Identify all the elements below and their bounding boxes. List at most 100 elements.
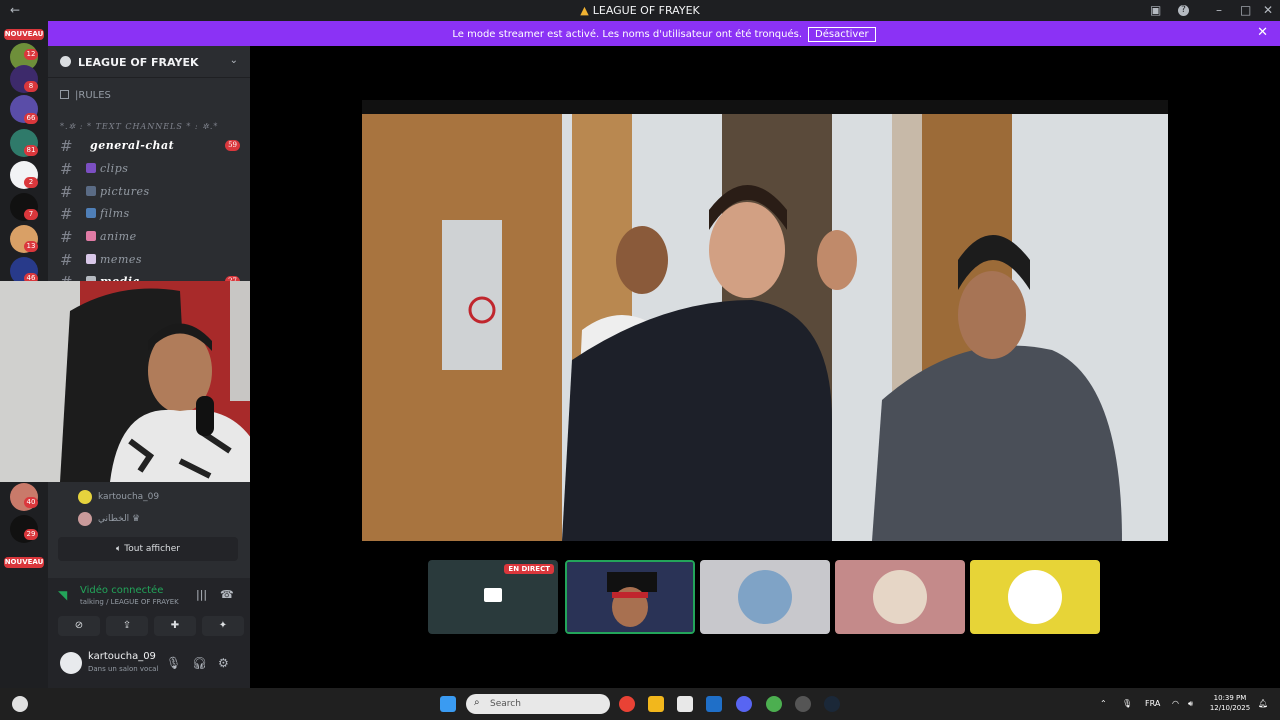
participant-tile[interactable] [835, 560, 965, 634]
hash-icon: # [60, 205, 73, 223]
soundboard-button[interactable]: ✦ [202, 616, 244, 636]
disable-streamer-mode-button[interactable]: Désactiver [808, 27, 876, 42]
meme-icon [86, 254, 96, 264]
taskbar-search[interactable]: ⌕ Search [466, 694, 610, 714]
clapper-icon [86, 163, 96, 173]
checkbox-icon [60, 90, 69, 99]
participant-tile[interactable] [970, 560, 1100, 634]
stage-area: EN DIRECT [250, 46, 1280, 688]
new-badge: NOUVEAU [4, 29, 44, 40]
steam-icon[interactable] [824, 696, 840, 712]
hash-icon: # [60, 251, 73, 269]
server-badge: 29 [24, 529, 38, 540]
title-bar: ← ▲ LEAGUE OF FRAYEK ▣ ? – □ ✕ [0, 0, 1280, 21]
avatar [78, 512, 92, 526]
file-explorer-icon[interactable] [648, 696, 664, 712]
guild-name: LEAGUE OF FRAYEK [78, 56, 199, 69]
guild-icon [60, 56, 71, 67]
microphone-icon[interactable]: 🎙︎ [166, 656, 181, 670]
voice-channel-path[interactable]: talking / LEAGUE OF FRAYEK [80, 598, 179, 606]
settings-gear-icon[interactable]: ⚙ [218, 656, 229, 670]
live-badge: EN DIRECT [504, 564, 554, 574]
avatar [78, 490, 92, 504]
category-text-channels[interactable]: *.✲ : * TEXT CHANNELS * : ✲.* [60, 122, 218, 131]
channel-item-memes[interactable]: # memes [56, 250, 242, 270]
windows-taskbar: ⌕ Search ⌃ 🎙︎ FRA ◠ 🔊︎ 10:39 PM 12/10/20… [0, 688, 1280, 720]
rules-channel[interactable]: |RULES [60, 90, 111, 101]
minimize-button[interactable]: – [1216, 3, 1222, 17]
hash-icon: # [60, 228, 73, 246]
channel-item-pictures[interactable]: # pictures [56, 182, 242, 202]
noise-suppression-icon[interactable]: ||| [196, 588, 207, 601]
store-icon[interactable] [677, 696, 693, 712]
server-badge: 8 [24, 81, 38, 92]
hash-icon: # [60, 137, 73, 155]
voice-connected-label: Vidéo connectée [80, 585, 164, 596]
wifi-icon[interactable]: ◠ [1172, 699, 1179, 708]
help-icon[interactable]: ? [1178, 5, 1189, 16]
streamer-mode-banner: Le mode streamer est activé. Les noms d'… [48, 21, 1280, 46]
picture-icon [86, 186, 96, 196]
avatar [1008, 570, 1062, 624]
new-badge: NOUVEAU [4, 557, 44, 568]
channel-item-anime[interactable]: # anime [56, 227, 242, 247]
unread-badge: 59 [225, 140, 240, 151]
notification-bell-icon[interactable]: 🔔︎ [1258, 699, 1268, 708]
channel-item-films[interactable]: # films [56, 204, 242, 224]
system-clock[interactable]: 10:39 PM 12/10/2025 [1206, 693, 1254, 713]
camera-off-button[interactable]: ⊘ [58, 616, 100, 636]
inbox-icon[interactable]: ▣ [1150, 3, 1161, 17]
chevron-up-icon[interactable]: ⌃ [1100, 699, 1107, 708]
chrome-icon[interactable] [619, 696, 635, 712]
microphone-icon[interactable]: 🎙︎ [1122, 699, 1132, 708]
stream-tile-live[interactable]: EN DIRECT [428, 560, 558, 634]
hash-icon: # [60, 160, 73, 178]
hash-icon: # [60, 183, 73, 201]
stream-picture [362, 100, 1168, 541]
volume-icon[interactable]: 🔊︎ [1188, 699, 1193, 709]
server-badge: 7 [24, 209, 38, 220]
channel-item-clips[interactable]: # clips [56, 159, 242, 179]
server-badge: 12 [24, 49, 38, 60]
headphones-icon[interactable]: 🎧︎ [192, 656, 207, 670]
anime-icon [86, 231, 96, 241]
server-badge: 40 [24, 497, 38, 508]
window-title: ▲ LEAGUE OF FRAYEK [580, 4, 700, 17]
activity-button[interactable]: ✚ [154, 616, 196, 636]
server-badge: 81 [24, 145, 38, 156]
outlook-icon[interactable] [706, 696, 722, 712]
widgets-icon[interactable] [12, 696, 28, 712]
close-icon[interactable]: ✕ [1257, 25, 1268, 40]
main-stream-video[interactable] [362, 100, 1168, 541]
search-icon: ⌕ [474, 697, 480, 708]
start-windows-icon[interactable] [440, 696, 456, 712]
show-all-button[interactable]: 🔈︎ Tout afficher [58, 537, 238, 561]
camera-thumbnail [567, 562, 693, 632]
screen-share-icon [484, 588, 502, 602]
avatar [738, 570, 792, 624]
server-badge: 66 [24, 113, 38, 124]
user-status: Dans un salon vocal [88, 665, 159, 673]
tv-icon [86, 208, 96, 218]
server-badge: 13 [24, 241, 38, 252]
close-window-button[interactable]: ✕ [1263, 3, 1273, 17]
voice-panel: ◥ Vidéo connectée talking / LEAGUE OF FR… [48, 578, 250, 688]
stream-tile-camera[interactable] [565, 560, 695, 634]
chrome-icon[interactable] [766, 696, 782, 712]
maximize-button[interactable]: □ [1240, 3, 1251, 17]
discord-icon[interactable] [736, 696, 752, 712]
avatar[interactable] [60, 652, 82, 674]
language-indicator[interactable]: FRA [1145, 699, 1160, 708]
disconnect-icon[interactable]: ☎ [220, 588, 234, 601]
participant-tile[interactable] [700, 560, 830, 634]
openai-icon[interactable] [795, 696, 811, 712]
banner-text: Le mode streamer est activé. Les noms d'… [452, 29, 803, 40]
guild-header[interactable]: LEAGUE OF FRAYEK ⌄ [48, 46, 250, 78]
signal-icon[interactable]: ◥ [58, 588, 67, 602]
channel-item-general-chat[interactable]: # general-chat 59 [56, 136, 242, 156]
screen-share-button[interactable]: ⇪ [106, 616, 148, 636]
chevron-down-icon[interactable]: ⌄ [230, 55, 238, 66]
avatar [873, 570, 927, 624]
server-badge: 2 [24, 177, 38, 188]
crown-icon: ▲ [580, 4, 589, 17]
